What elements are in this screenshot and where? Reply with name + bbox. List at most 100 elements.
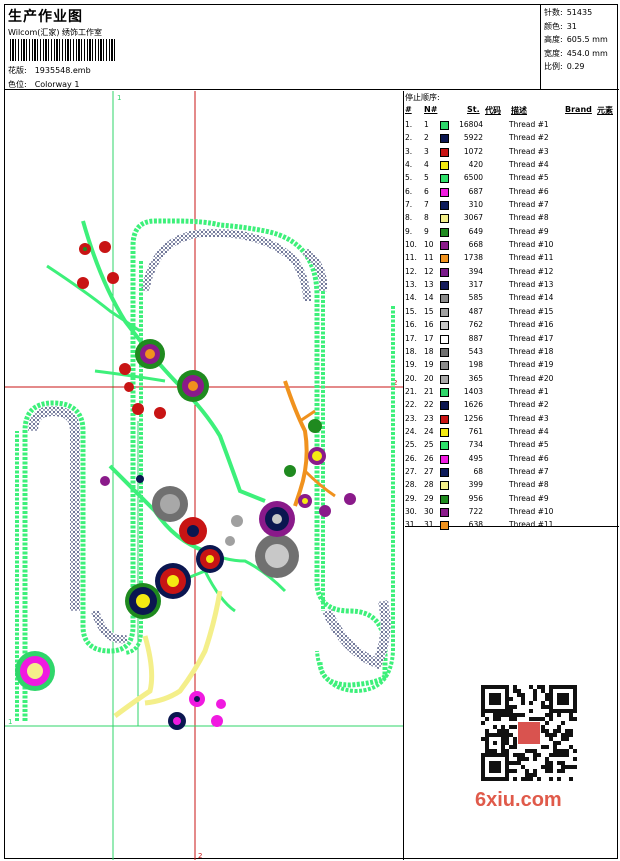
row-index: 16. [405,320,417,330]
row-stitches: 543 [468,346,483,356]
header-num: # [405,105,412,114]
sequence-row: 17. 17 887 Thread #17 [405,333,619,346]
row-needle: 19 [424,360,434,370]
sequence-row: 27. 27 68 Thread #7 [405,466,619,479]
header-stitches: St. [467,105,480,114]
color-swatch [440,414,449,424]
header-brand: Brand [565,105,592,114]
row-needle: 11 [424,253,434,263]
color-swatch [440,227,449,237]
sequence-row: 3. 3 1072 Thread #3 [405,146,619,159]
row-description: Thread #5 [509,173,549,183]
watermark-area: 6xiu.com [467,681,589,821]
row-description: Thread #5 [509,440,549,450]
row-needle: 15 [424,306,434,316]
row-index: 20. [405,373,417,383]
row-description: Thread #9 [509,226,549,236]
row-description: Thread #1 [509,120,549,129]
row-index: 28. [405,480,417,490]
row-index: 10. [405,240,417,250]
sequence-row: 16. 16 762 Thread #16 [405,319,619,332]
color-swatch [440,481,449,491]
row-description: Thread #1 [509,386,549,396]
color-swatch [440,147,449,157]
row-index: 2. [405,133,413,143]
row-stitches: 722 [468,506,483,516]
header-element: 元素 [597,106,613,115]
colorway-line: 色位: Colorway 1 [8,79,79,90]
stat-label: 颜色: [544,21,563,31]
stat-value: 0.29 [566,62,585,71]
sequence-row: 8. 8 3067 Thread #8 [405,212,619,225]
row-index: 21. [405,386,417,396]
row-needle: 29 [424,493,434,503]
color-swatch [440,494,449,504]
row-stitches: 16804 [459,120,483,129]
row-needle: 25 [424,440,434,450]
row-needle: 13 [424,280,434,290]
row-stitches: 762 [468,320,483,330]
sequence-list: 1. 1 16804 Thread #1 2. 2 5922 Thread #2 3. 3 1072… [405,119,619,533]
sequence-row: 26. 26 495 Thread #6 [405,453,619,466]
row-needle: 17 [424,333,434,343]
row-description: Thread #8 [509,213,549,223]
production-worksheet: 生产作业图 Wilcom(汇家) 绣饰工作室 花版: 1935548.emb 色位… [4,4,619,860]
row-needle: 21 [424,386,434,396]
row-needle: 14 [424,293,434,303]
sequence-row: 30. 30 722 Thread #10 [405,506,619,519]
row-stitches: 761 [468,426,483,436]
row-stitches: 365 [468,373,483,383]
row-stitches: 317 [468,280,483,290]
row-needle: 24 [424,426,434,436]
sequence-row: 19. 19 198 Thread #19 [405,359,619,372]
stat-scale: 比例: 0.29 [544,61,619,75]
row-index: 19. [405,360,417,370]
color-swatch [440,401,449,411]
stat-height: 高度: 605.5 mm [544,34,619,48]
row-needle: 7 [424,200,429,210]
row-needle: 12 [424,266,434,276]
sequence-row: 25. 25 734 Thread #5 [405,439,619,452]
row-index: 31. [405,520,417,530]
sequence-row: 2. 2 5922 Thread #2 [405,132,619,145]
row-index: 29. [405,493,417,503]
row-description: Thread #17 [509,333,554,343]
row-stitches: 399 [468,480,483,490]
embroidery-preview: 1 1 2 2 [5,91,403,860]
row-needle: 23 [424,413,434,423]
sequence-row: 7. 7 310 Thread #7 [405,199,619,212]
color-swatch [440,427,449,437]
sequence-row: 20. 20 365 Thread #20 [405,373,619,386]
guide-marker-left: 1 [8,718,12,726]
sequence-title: 停止顺序: [405,93,440,102]
color-swatch [440,467,449,477]
row-index: 8. [405,213,413,223]
row-description: Thread #9 [509,493,549,503]
row-index: 14. [405,293,417,303]
row-stitches: 68 [473,466,483,476]
row-description: Thread #14 [509,293,554,303]
color-swatch [440,121,449,130]
barcode [10,39,116,61]
row-stitches: 198 [468,360,483,370]
color-swatch [440,334,449,344]
row-needle: 9 [424,226,429,236]
row-description: Thread #13 [509,280,554,290]
guide-marker-bottom: 2 [198,852,202,860]
blossoms [15,241,356,730]
stat-value: 454.0 mm [566,48,608,58]
row-needle: 5 [424,173,429,183]
design-label: 花版: [8,66,27,75]
stat-label: 针数: [544,8,563,17]
row-description: Thread #2 [509,133,549,143]
row-index: 3. [405,146,413,156]
row-index: 30. [405,506,417,516]
row-index: 17. [405,333,417,343]
header: 生产作业图 Wilcom(汇家) 绣饰工作室 花版: 1935548.emb 色位… [5,5,619,90]
header-n: N# [424,105,438,114]
colorway-label: 色位: [8,80,27,89]
row-index: 7. [405,200,413,210]
row-index: 25. [405,440,417,450]
guide-marker-top: 1 [117,94,121,102]
color-swatch [440,254,449,264]
